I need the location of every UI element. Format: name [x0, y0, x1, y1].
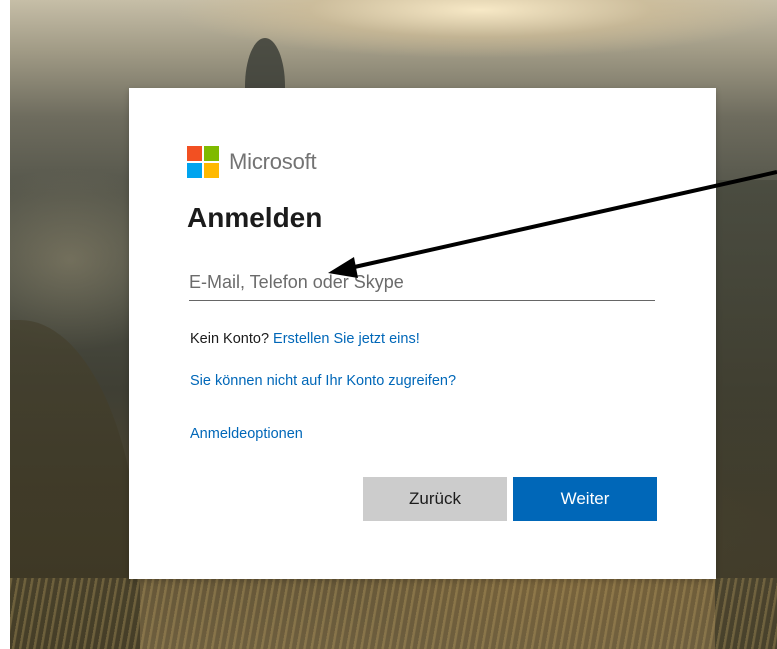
signin-options-row: Anmeldeoptionen	[190, 426, 303, 442]
signin-options-link[interactable]: Anmeldeoptionen	[190, 426, 303, 442]
no-account-row: Kein Konto? Erstellen Sie jetzt eins!	[190, 331, 420, 347]
signin-card: Microsoft Anmelden Kein Konto? Erstellen…	[129, 88, 716, 579]
no-account-text: Kein Konto?	[190, 331, 274, 347]
cant-access-row: Sie können nicht auf Ihr Konto zugreifen…	[190, 373, 456, 389]
back-button[interactable]: Zurück	[363, 477, 507, 521]
background-grass	[10, 578, 777, 649]
brand: Microsoft	[187, 146, 317, 178]
cant-access-account-link[interactable]: Sie können nicht auf Ihr Konto zugreifen…	[190, 373, 456, 389]
brand-name: Microsoft	[229, 149, 317, 174]
email-input[interactable]	[189, 264, 655, 301]
logo-square-blue	[187, 163, 202, 178]
logo-square-yellow	[204, 163, 219, 178]
microsoft-logo-icon	[187, 146, 219, 178]
next-button[interactable]: Weiter	[513, 477, 657, 521]
create-account-link[interactable]: Erstellen Sie jetzt eins!	[273, 331, 420, 347]
logo-square-red	[187, 146, 202, 161]
page-title: Anmelden	[187, 202, 323, 233]
logo-square-green	[204, 146, 219, 161]
login-page: Microsoft Anmelden Kein Konto? Erstellen…	[0, 0, 777, 649]
